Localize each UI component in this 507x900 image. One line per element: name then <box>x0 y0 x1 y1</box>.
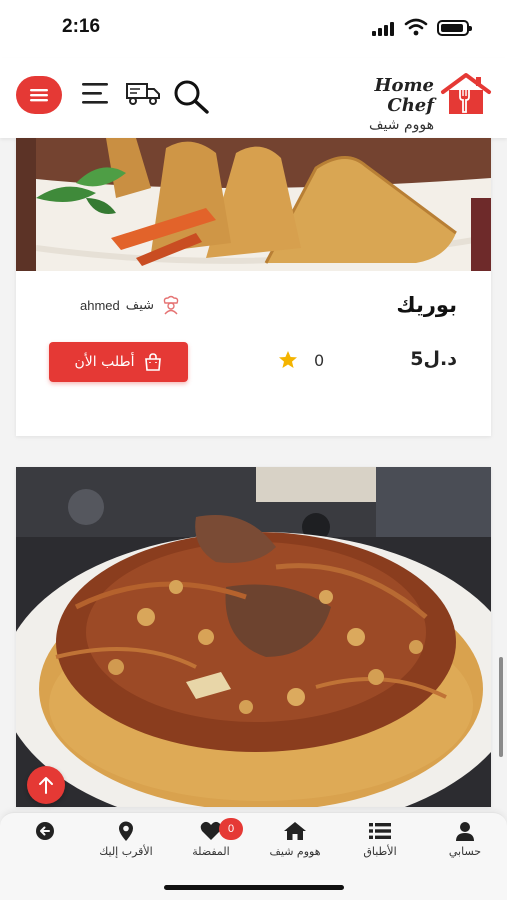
nav-item-account[interactable]: حسابي <box>420 821 507 873</box>
logo-arabic: هووم شيف <box>369 117 434 133</box>
rating: 0 <box>278 350 324 370</box>
home-icon <box>284 822 306 840</box>
arrow-up-icon <box>39 777 53 794</box>
dish-card[interactable]: بوريك ahmed شيف 5د.ل 0 أطلب الأن <box>16 138 491 436</box>
star-icon <box>279 351 297 368</box>
chef-line[interactable]: ahmed شيف <box>80 295 182 315</box>
chef-hat-icon <box>163 295 179 315</box>
chef-prefix: شيف <box>125 297 155 313</box>
nav-item-home[interactable]: هووم شيف <box>250 821 340 873</box>
nav-item-nearest[interactable]: الأقرب إليك <box>81 821 171 873</box>
logo-house-icon <box>441 73 491 114</box>
list-icon <box>369 823 391 839</box>
nav-item-back[interactable] <box>0 821 90 873</box>
back-arrow-icon <box>36 822 54 840</box>
scrollbar[interactable] <box>499 657 503 757</box>
logo-english: Home Chef <box>374 75 434 116</box>
favorites-count-badge: 0 <box>219 818 243 840</box>
status-time: 2:16 <box>62 16 101 37</box>
logo-text: Home Chef هووم شيف <box>330 75 434 134</box>
dish-card-2[interactable] <box>16 467 491 807</box>
nav-label-home: هووم شيف <box>269 845 321 858</box>
person-icon <box>456 822 474 841</box>
menu-icon <box>30 89 48 102</box>
battery-icon <box>437 20 472 36</box>
nav-label-account: حسابي <box>448 845 482 858</box>
order-now-button[interactable]: أطلب الأن <box>49 342 188 382</box>
home-indicator <box>164 885 344 890</box>
nav-item-favorites[interactable]: المفضلة 0 <box>166 818 256 873</box>
order-now-label: أطلب الأن <box>74 354 135 370</box>
nav-label-dishes: الأطباق <box>363 845 397 858</box>
screen: 2:16 Home Chef هووم شيف بوريك ahmed شيف … <box>0 0 507 900</box>
scroll-to-top-button[interactable] <box>27 766 65 804</box>
delivery-truck-icon[interactable] <box>125 80 161 106</box>
dish-price: 5د.ل <box>410 348 457 370</box>
wifi-icon <box>404 18 428 36</box>
app-header: Home Chef هووم شيف <box>0 58 507 138</box>
categories-menu-icon[interactable] <box>82 82 108 104</box>
chef-name: ahmed <box>80 297 120 313</box>
status-bar: 2:16 <box>0 0 507 58</box>
nav-label-favorites: المفضلة <box>192 845 230 858</box>
menu-button[interactable] <box>16 76 62 114</box>
shopping-bag-icon <box>144 353 161 371</box>
search-icon[interactable] <box>172 78 210 114</box>
dish-image <box>16 138 491 271</box>
signal-icon <box>372 22 396 36</box>
dish-title[interactable]: بوريك <box>396 293 457 317</box>
nav-label-nearest: الأقرب إليك <box>99 845 153 858</box>
nav-item-dishes[interactable]: الأطباق <box>335 821 425 873</box>
rating-value: 0 <box>314 350 325 370</box>
dish-image-2 <box>16 467 491 807</box>
location-pin-icon <box>119 821 133 841</box>
